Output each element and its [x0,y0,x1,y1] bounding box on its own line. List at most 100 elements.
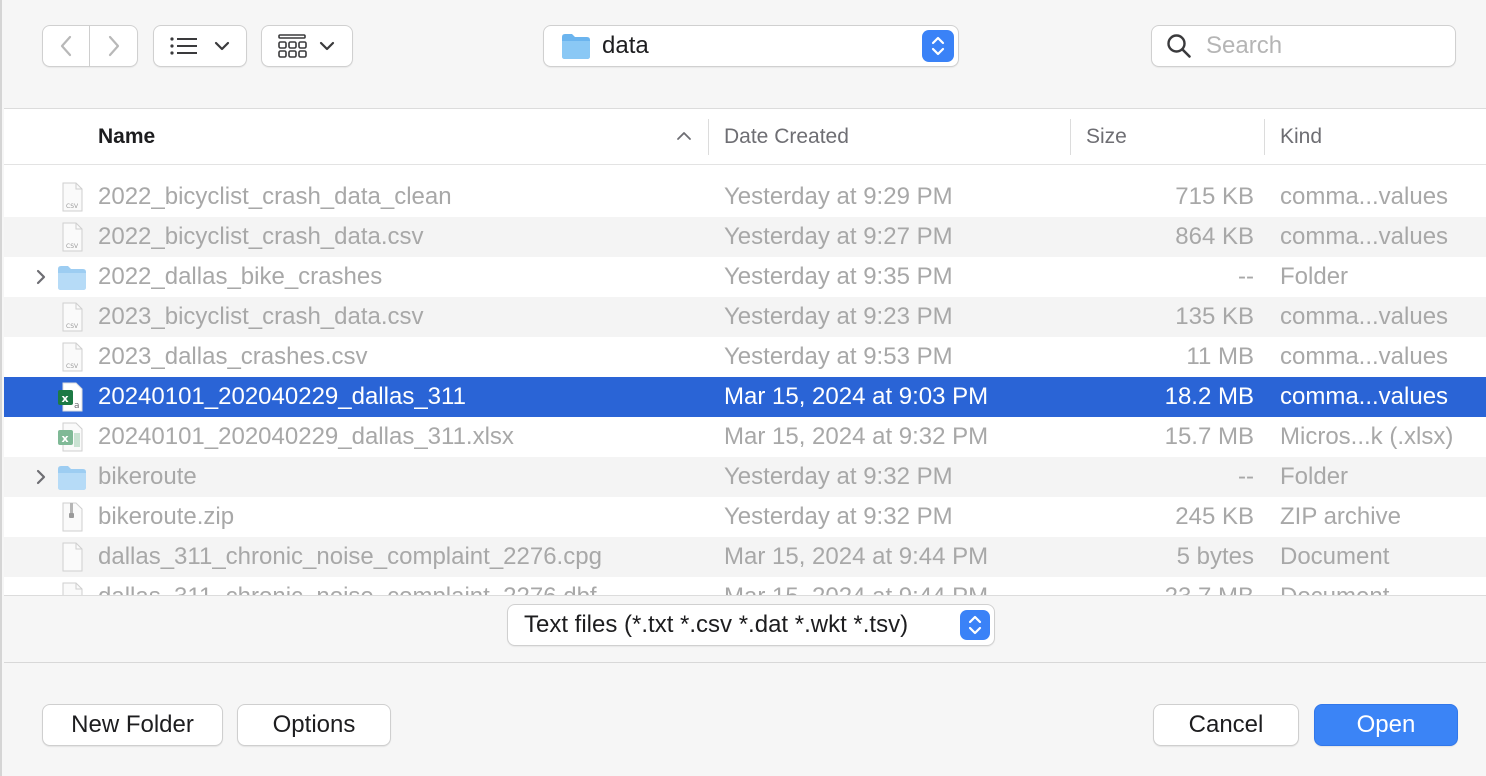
file-row[interactable]: CSV 2022_bicyclist_crash_data_clean Yest… [4,177,1486,217]
file-date: Mar 15, 2024 at 9:03 PM [724,383,989,410]
chevron-left-icon [60,35,72,57]
column-size[interactable]: Size [1086,109,1127,165]
file-date: Yesterday at 9:35 PM [724,263,953,290]
file-date: Yesterday at 9:32 PM [724,503,953,530]
cancel-button[interactable]: Cancel [1153,704,1299,746]
grid-icon [278,34,307,58]
svg-text:x: x [62,392,69,405]
file-date: Yesterday at 9:53 PM [724,343,953,370]
file-name: 20240101_202040229_dallas_311 [98,383,466,410]
file-size: 15.7 MB [1164,423,1254,450]
forward-button[interactable] [90,25,138,67]
dialog-footer: Text files (*.txt *.csv *.dat *.wkt *.ts… [4,595,1486,776]
file-size: -- [1238,263,1254,290]
csv-file-icon: CSV [62,342,83,372]
file-size: 715 KB [1175,183,1254,210]
file-row[interactable]: dallas_311_chronic_noise_complaint_2276.… [4,537,1486,577]
disclosure-triangle-icon[interactable] [34,467,48,487]
file-date: Mar 15, 2024 at 9:44 PM [724,577,988,595]
new-folder-button[interactable]: New Folder [42,704,223,746]
folder-icon [58,466,86,490]
chevron-right-icon [108,35,119,57]
file-size: 864 KB [1175,223,1254,250]
file-size: 18.2 MB [1164,383,1254,410]
file-row[interactable]: dallas_311_chronic_noise_complaint_2276.… [4,577,1486,595]
file-type-filter-popup[interactable]: Text files (*.txt *.csv *.dat *.wkt *.ts… [507,604,995,646]
column-date-created[interactable]: Date Created [724,109,849,165]
excel-file-icon: x [58,422,83,452]
disclosure-triangle-icon[interactable] [34,267,48,287]
csv-file-icon: CSV [62,182,83,212]
file-name: dallas_311_chronic_noise_complaint_2276.… [98,577,597,595]
search-icon [1167,34,1191,58]
options-button[interactable]: Options [237,704,391,746]
document-icon [62,582,83,595]
file-kind: comma...values [1280,303,1449,330]
file-name: 2022_bicyclist_crash_data_clean [98,183,452,210]
file-kind: Folder [1280,263,1349,290]
excel-file-icon: xa [58,382,83,412]
popup-stepper [922,30,954,62]
back-button[interactable] [42,25,90,67]
file-kind: comma...values [1280,383,1449,410]
file-kind: comma...values [1280,223,1449,250]
file-row[interactable]: x 20240101_202040229_dallas_311.xlsx Mar… [4,417,1486,457]
up-down-arrows-icon [968,615,982,635]
file-name: bikeroute [98,463,197,490]
chevron-down-icon [214,41,230,51]
file-kind: Document [1280,543,1390,570]
file-date: Yesterday at 9:32 PM [724,463,953,490]
file-kind: Folder [1280,463,1349,490]
file-list: Name Date Created Size Kind CSV 2022_bic… [4,108,1486,595]
file-size: 245 KB [1175,503,1254,530]
file-row[interactable]: CSV 2023_dallas_crashes.csv Yesterday at… [4,337,1486,377]
file-name: 2023_dallas_crashes.csv [98,343,368,370]
file-size: -- [1238,463,1254,490]
file-kind: ZIP archive [1280,503,1401,530]
divider [4,662,1486,663]
file-name: 2022_dallas_bike_crashes [98,263,383,290]
column-name[interactable]: Name [98,109,155,165]
up-down-arrows-icon [931,36,945,56]
svg-text:CSV: CSV [66,243,79,250]
column-separator [708,119,709,155]
file-date: Mar 15, 2024 at 9:44 PM [724,543,989,570]
file-date: Yesterday at 9:29 PM [724,183,953,210]
file-row[interactable]: CSV 2023_bicyclist_crash_data.csv Yester… [4,297,1486,337]
folder-icon [562,34,590,59]
file-row[interactable]: bikeroute.zip Yesterday at 9:32 PM 245 K… [4,497,1486,537]
file-row[interactable]: bikeroute Yesterday at 9:32 PM -- Folder [4,457,1486,497]
file-name: 2023_bicyclist_crash_data.csv [98,303,424,330]
open-button[interactable]: Open [1314,704,1458,746]
grid-view-button[interactable] [261,25,353,67]
file-type-filter-label: Text files (*.txt *.csv *.dat *.wkt *.ts… [524,611,909,638]
file-kind: comma...values [1280,343,1449,370]
file-row[interactable]: 2022_dallas_bike_crashes Yesterday at 9:… [4,257,1486,297]
column-kind[interactable]: Kind [1280,109,1322,165]
column-separator [1264,119,1265,155]
search-placeholder: Search [1206,32,1283,59]
file-row-selected[interactable]: xa 20240101_202040229_dallas_311 Mar 15,… [4,377,1486,417]
document-icon [62,542,83,572]
svg-text:CSV: CSV [66,363,79,370]
location-label: data [602,32,649,59]
svg-text:CSV: CSV [66,323,79,330]
file-size: 135 KB [1175,303,1254,330]
column-header: Name Date Created Size Kind [4,109,1486,165]
file-size: 5 bytes [1176,543,1254,570]
file-rows: CSV 2022_bicyclist_crash_data_clean Yest… [4,177,1486,595]
location-popup[interactable]: data [543,25,959,67]
open-file-dialog: data Search Name Date Created Size Kind … [0,0,1486,776]
zip-file-icon [62,502,83,532]
search-field[interactable]: Search [1151,25,1456,67]
column-separator [1070,119,1071,155]
file-row[interactable]: CSV 2022_bicyclist_crash_data.csv Yester… [4,217,1486,257]
folder-icon [58,266,86,290]
file-name: 20240101_202040229_dallas_311.xlsx [98,423,514,450]
file-date: Yesterday at 9:27 PM [724,223,953,250]
file-kind: Micros...k (.xlsx) [1280,423,1454,450]
list-view-button[interactable] [153,25,247,67]
file-kind: Document [1280,577,1389,595]
popup-stepper [960,610,990,640]
file-size: 23.7 MB [1165,577,1254,595]
